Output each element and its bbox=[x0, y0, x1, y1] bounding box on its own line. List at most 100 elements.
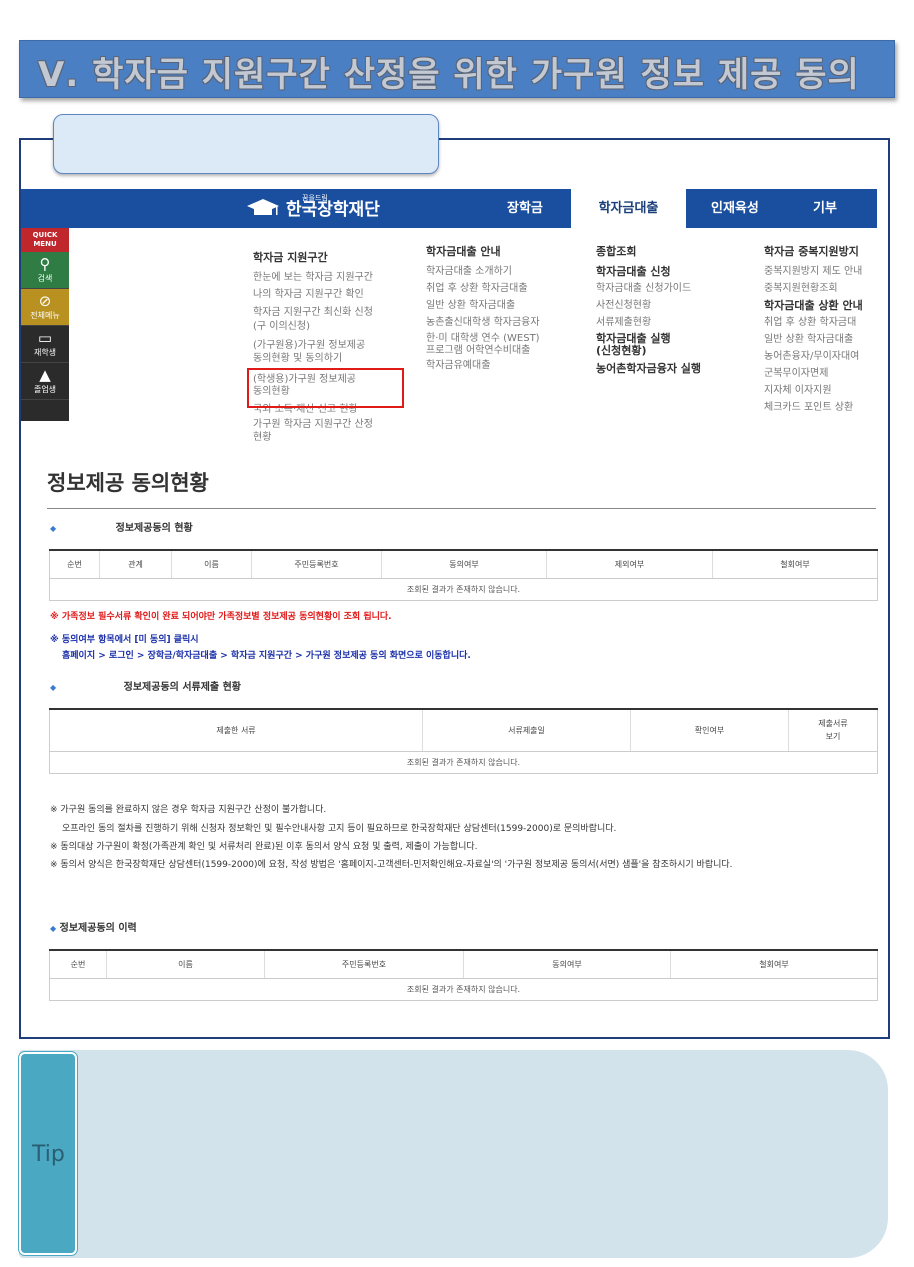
nav-student-loan[interactable]: 학자금대출 bbox=[571, 189, 686, 228]
menu-item[interactable]: 학자금대출 신청 bbox=[596, 263, 746, 280]
graduation-cap-icon: ▲ bbox=[39, 366, 51, 384]
section-heading: 정보제공동의 이력 bbox=[59, 923, 137, 934]
col-header: 관계 bbox=[99, 549, 172, 579]
table-row: 조회된 결과가 존재하지 않습니다. bbox=[49, 978, 878, 1001]
menu-item[interactable]: 서류제출현황 bbox=[596, 314, 746, 331]
col-header: 동의여부 bbox=[463, 949, 671, 979]
table-header-row: 순번 이름 주민등록번호 동의여부 철회여부 bbox=[49, 949, 878, 979]
quick-graduate-label: 졸업생 bbox=[33, 385, 57, 394]
section-consent-history: ◆ 정보제공동의 이력 bbox=[50, 919, 137, 934]
consent-history-table: 순번 이름 주민등록번호 동의여부 철회여부 조회된 결과가 존재하지 않습니다… bbox=[49, 949, 878, 1001]
site-logo[interactable]: 꿈을드림 한국장학재단 bbox=[246, 194, 380, 220]
col-header: 이름 bbox=[106, 949, 265, 979]
menu-item[interactable]: 농촌출신대학생 학자금융자 bbox=[426, 314, 576, 331]
menu-item[interactable]: 중복지원방지 제도 안내 bbox=[764, 263, 876, 280]
col-header: 확인여부 bbox=[630, 708, 789, 752]
logo-text: 한국장학재단 bbox=[286, 200, 380, 220]
menu-item[interactable]: 지자체 이자지원 bbox=[764, 382, 876, 399]
menu-item[interactable]: 학자금유예대출 bbox=[426, 357, 576, 374]
highlight-box bbox=[247, 368, 404, 408]
col-header: 주민등록번호 bbox=[251, 549, 382, 579]
col-header-view: 제출서류 보기 bbox=[788, 708, 878, 752]
col-header: 철회여부 bbox=[712, 549, 878, 579]
menu-item[interactable]: 나의 학자금 지원구간 확인 bbox=[253, 286, 413, 303]
quick-search[interactable]: ⚲ 검색 bbox=[21, 252, 69, 289]
menu-item[interactable]: 농어촌학자금융자 실행 bbox=[596, 360, 746, 377]
section-consent-status: ◆ 정보제공동의 현황 bbox=[50, 519, 193, 534]
menu-item[interactable]: 한눈에 보는 학자금 지원구간 bbox=[253, 269, 413, 286]
menu-item[interactable]: 사전신청현황 bbox=[596, 297, 746, 314]
section-document-status: ◆ 정보제공동의 서류제출 현황 bbox=[50, 678, 241, 693]
table-header-row: 제출한 서류 서류제출일 확인여부 제출서류 보기 bbox=[49, 708, 878, 752]
tip-label: Tip bbox=[32, 1142, 65, 1167]
quick-all-menu[interactable]: ⊘ 전체메뉴 bbox=[21, 289, 69, 326]
menu-item[interactable]: (신청현황) bbox=[596, 345, 746, 357]
section-heading: 정보제공동의 현황 bbox=[115, 523, 193, 534]
empty-result: 조회된 결과가 존재하지 않습니다. bbox=[49, 978, 878, 1001]
quick-enrolled-label: 재학생 bbox=[33, 348, 57, 357]
quick-menu-header: QUICK MENU bbox=[21, 228, 69, 252]
menu-item[interactable]: 프로그램 어학연수비대출 bbox=[426, 345, 576, 357]
book-icon: ▭ bbox=[37, 329, 53, 347]
site-navbar: 꿈을드림 한국장학재단 장학금 학자금대출 인재육성 기부 bbox=[21, 189, 877, 228]
bullet-icon: ◆ bbox=[50, 924, 57, 933]
table-row: 조회된 결과가 존재하지 않습니다. bbox=[49, 751, 878, 774]
menu-item[interactable]: 학자금대출 소개하기 bbox=[426, 263, 576, 280]
quick-all-menu-label: 전체메뉴 bbox=[30, 311, 60, 320]
section-banner: Ⅴ. 학자금 지원구간 산정을 위한 가구원 정보 제공 동의 bbox=[19, 40, 895, 98]
menu-item[interactable]: (가구원용)가구원 정보제공 bbox=[253, 339, 413, 352]
search-icon: ⚲ bbox=[39, 255, 51, 273]
note-2: 오프라인 동의 절차를 진행하기 위해 신청자 정보확인 및 필수안내사항 고지… bbox=[62, 824, 617, 834]
menu-item[interactable]: 중복지원현황조회 bbox=[764, 280, 876, 297]
notice-unconsent: ※ 동의여부 항목에서 [미 동의] 클릭시 bbox=[50, 635, 199, 645]
title-divider bbox=[47, 508, 876, 509]
logo-subtitle: 꿈을드림 bbox=[302, 194, 328, 202]
menu-item[interactable]: 취업 후 상환 학자금대 bbox=[764, 314, 876, 331]
col-header: 서류제출일 bbox=[422, 708, 631, 752]
menu-item[interactable]: 농어촌융자/무이자대여 bbox=[764, 348, 876, 365]
page-title: 정보제공 동의현황 bbox=[47, 471, 209, 495]
menu-item[interactable]: 군복무이자면제 bbox=[764, 365, 876, 382]
nav-donation[interactable]: 기부 bbox=[813, 189, 837, 228]
nav-talent[interactable]: 인재육성 bbox=[711, 189, 759, 228]
quick-enrolled[interactable]: ▭ 재학생 bbox=[21, 326, 69, 363]
menu-heading: 학자금 지원구간 bbox=[253, 251, 328, 264]
menu-item[interactable]: 일반 상환 학자금대출 bbox=[764, 331, 876, 348]
menu-heading: 학자금대출 안내 bbox=[426, 245, 501, 258]
menu-col-support-tier: 학자금 지원구간 한눈에 보는 학자금 지원구간 나의 학자금 지원구간 확인 … bbox=[253, 243, 413, 444]
menu-item[interactable]: 일반 상환 학자금대출 bbox=[426, 297, 576, 314]
note-4: ※ 동의서 양식은 한국장학재단 상담센터(1599-2000)에 요청, 작성… bbox=[50, 860, 733, 870]
menu-item[interactable]: 학자금대출 상환 안내 bbox=[764, 297, 876, 314]
menu-item[interactable]: 한·미 대학생 연수 (WEST) bbox=[426, 333, 576, 345]
col-header-line: 제출서류 bbox=[818, 719, 848, 729]
quick-search-label: 검색 bbox=[37, 274, 53, 283]
empty-result: 조회된 결과가 존재하지 않습니다. bbox=[49, 751, 878, 774]
nav-scholarship[interactable]: 장학금 bbox=[507, 189, 543, 228]
menu-item[interactable]: 체크카드 포인트 상환 bbox=[764, 399, 876, 416]
table-header-row: 순번 관계 이름 주민등록번호 동의여부 제외여부 철회여부 bbox=[49, 549, 878, 579]
menu-item[interactable]: 동의현황 및 동의하기 bbox=[253, 352, 413, 365]
bullet-icon: ◆ bbox=[50, 683, 57, 692]
menu-item[interactable]: 취업 후 상환 학자금대출 bbox=[426, 280, 576, 297]
col-header: 주민등록번호 bbox=[264, 949, 464, 979]
menu-item[interactable]: 가구원 학자금 지원구간 산정 bbox=[253, 418, 413, 431]
empty-result: 조회된 결과가 존재하지 않습니다. bbox=[49, 578, 878, 601]
section-heading: 정보제공동의 서류제출 현황 bbox=[123, 682, 242, 693]
menu-item[interactable]: (구 이의신청) bbox=[253, 320, 413, 334]
note-1: ※ 가구원 동의를 완료하지 않은 경우 학자금 지원구간 산정이 불가합니다. bbox=[50, 805, 327, 815]
quick-graduate[interactable]: ▲ 졸업생 bbox=[21, 363, 69, 400]
col-header: 제외여부 bbox=[546, 549, 713, 579]
compass-icon: ⊘ bbox=[38, 292, 52, 310]
consent-status-table: 순번 관계 이름 주민등록번호 동의여부 제외여부 철회여부 조회된 결과가 존… bbox=[49, 549, 878, 601]
menu-col-inquiry: 종합조회 학자금대출 신청 학자금대출 신청가이드 사전신청현황 서류제출현황 … bbox=[596, 243, 746, 377]
menu-item[interactable]: 학자금 지원구간 최신화 신청 bbox=[253, 306, 413, 320]
document-status-table: 제출한 서류 서류제출일 확인여부 제출서류 보기 조회된 결과가 존재하지 않습… bbox=[49, 708, 878, 774]
menu-item[interactable]: 현황 bbox=[253, 431, 413, 444]
graduation-cap-logo-icon bbox=[247, 198, 279, 215]
col-header: 동의여부 bbox=[381, 549, 547, 579]
menu-item[interactable]: 학자금대출 신청가이드 bbox=[596, 280, 746, 297]
notice-family-docs: ※ 가족정보 필수서류 확인이 완료 되어야만 가족정보별 정보제공 동의현황이… bbox=[50, 612, 392, 622]
col-header: 이름 bbox=[171, 549, 252, 579]
col-header: 순번 bbox=[49, 549, 100, 579]
notice-path: 홈페이지 > 로그인 > 장학금/학자금대출 > 학자금 지원구간 > 가구원 … bbox=[62, 651, 471, 661]
